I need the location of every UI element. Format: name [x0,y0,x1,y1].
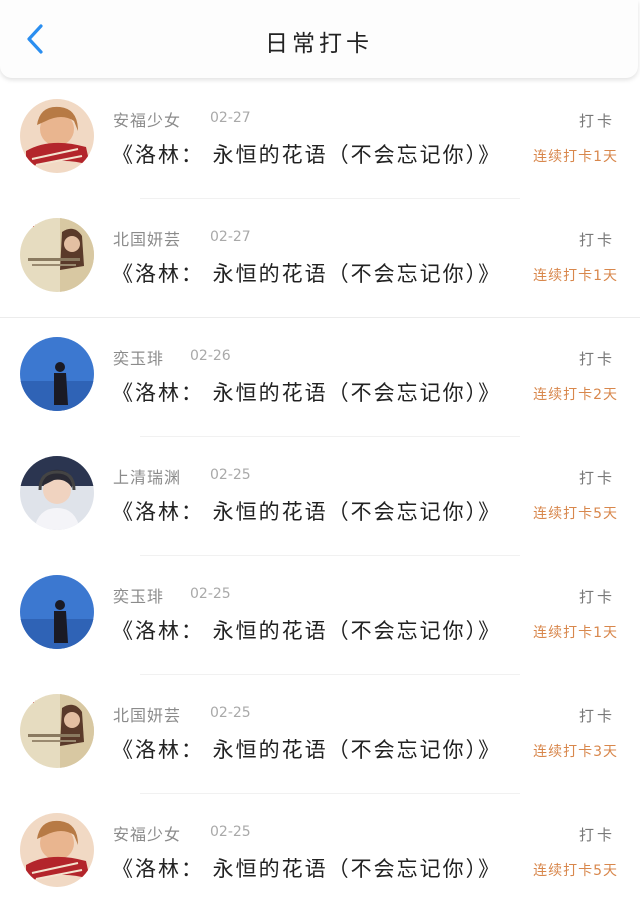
book-title: 《洛林： 永恒的花语（不会忘记你）》 [112,619,502,643]
checkin-button[interactable]: 打卡 [579,110,615,131]
list-item[interactable]: 安福少女 02-27 打卡 《洛林： 永恒的花语（不会忘记你）》 连续打卡1天 [0,80,640,199]
post-date: 02-25 [210,467,251,483]
book-title: 《洛林： 永恒的花语（不会忘记你）》 [112,738,502,762]
checkin-button[interactable]: 打卡 [579,229,615,250]
checkin-list: 安福少女 02-27 打卡 《洛林： 永恒的花语（不会忘记你）》 连续打卡1天 … [0,80,640,913]
post-date: 02-25 [210,824,251,840]
post-date: 02-26 [190,348,231,364]
page-title: 日常打卡 [265,31,373,57]
avatar[interactable] [20,813,94,887]
list-item[interactable]: 奕玉琲 02-25 打卡 《洛林： 永恒的花语（不会忘记你）》 连续打卡1天 [0,556,640,675]
user-name: 北国妍芸 [113,230,182,249]
list-item[interactable]: 北国妍芸 02-27 打卡 《洛林： 永恒的花语（不会忘记你）》 连续打卡1天 [0,199,640,318]
user-name: 北国妍芸 [113,706,182,725]
streak-label: 连续打卡3天 [533,744,618,760]
checkin-button[interactable]: 打卡 [579,824,615,845]
user-name: 安福少女 [113,111,182,130]
avatar[interactable] [20,456,94,530]
checkin-button[interactable]: 打卡 [579,705,615,726]
avatar[interactable] [20,694,94,768]
book-title: 《洛林： 永恒的花语（不会忘记你）》 [112,857,502,881]
streak-label: 连续打卡1天 [533,268,618,284]
streak-label: 连续打卡1天 [533,149,618,165]
streak-label: 连续打卡5天 [533,506,618,522]
user-name: 奕玉琲 [113,587,165,606]
post-date: 02-27 [210,110,251,126]
avatar[interactable] [20,337,94,411]
book-title: 《洛林： 永恒的花语（不会忘记你）》 [112,143,502,167]
streak-label: 连续打卡5天 [533,863,618,879]
list-item[interactable]: 奕玉琲 02-26 打卡 《洛林： 永恒的花语（不会忘记你）》 连续打卡2天 [0,318,640,437]
avatar[interactable] [20,575,94,649]
post-date: 02-25 [190,586,231,602]
book-title: 《洛林： 永恒的花语（不会忘记你）》 [112,262,502,286]
post-date: 02-27 [210,229,251,245]
user-name: 上清瑞渊 [113,468,182,487]
checkin-button[interactable]: 打卡 [579,467,615,488]
list-item[interactable]: 上清瑞渊 02-25 打卡 《洛林： 永恒的花语（不会忘记你）》 连续打卡5天 [0,437,640,556]
book-title: 《洛林： 永恒的花语（不会忘记你）》 [112,381,502,405]
list-item[interactable]: 北国妍芸 02-25 打卡 《洛林： 永恒的花语（不会忘记你）》 连续打卡3天 [0,675,640,794]
avatar[interactable] [20,99,94,173]
post-date: 02-25 [210,705,251,721]
header-bar: 日常打卡 [0,0,638,78]
checkin-button[interactable]: 打卡 [579,348,615,369]
book-title: 《洛林： 永恒的花语（不会忘记你）》 [112,500,502,524]
user-name: 安福少女 [113,825,182,844]
avatar[interactable] [20,218,94,292]
streak-label: 连续打卡1天 [533,625,618,641]
streak-label: 连续打卡2天 [533,387,618,403]
checkin-button[interactable]: 打卡 [579,586,615,607]
list-item[interactable]: 安福少女 02-25 打卡 《洛林： 永恒的花语（不会忘记你）》 连续打卡5天 [0,794,640,913]
user-name: 奕玉琲 [113,349,165,368]
